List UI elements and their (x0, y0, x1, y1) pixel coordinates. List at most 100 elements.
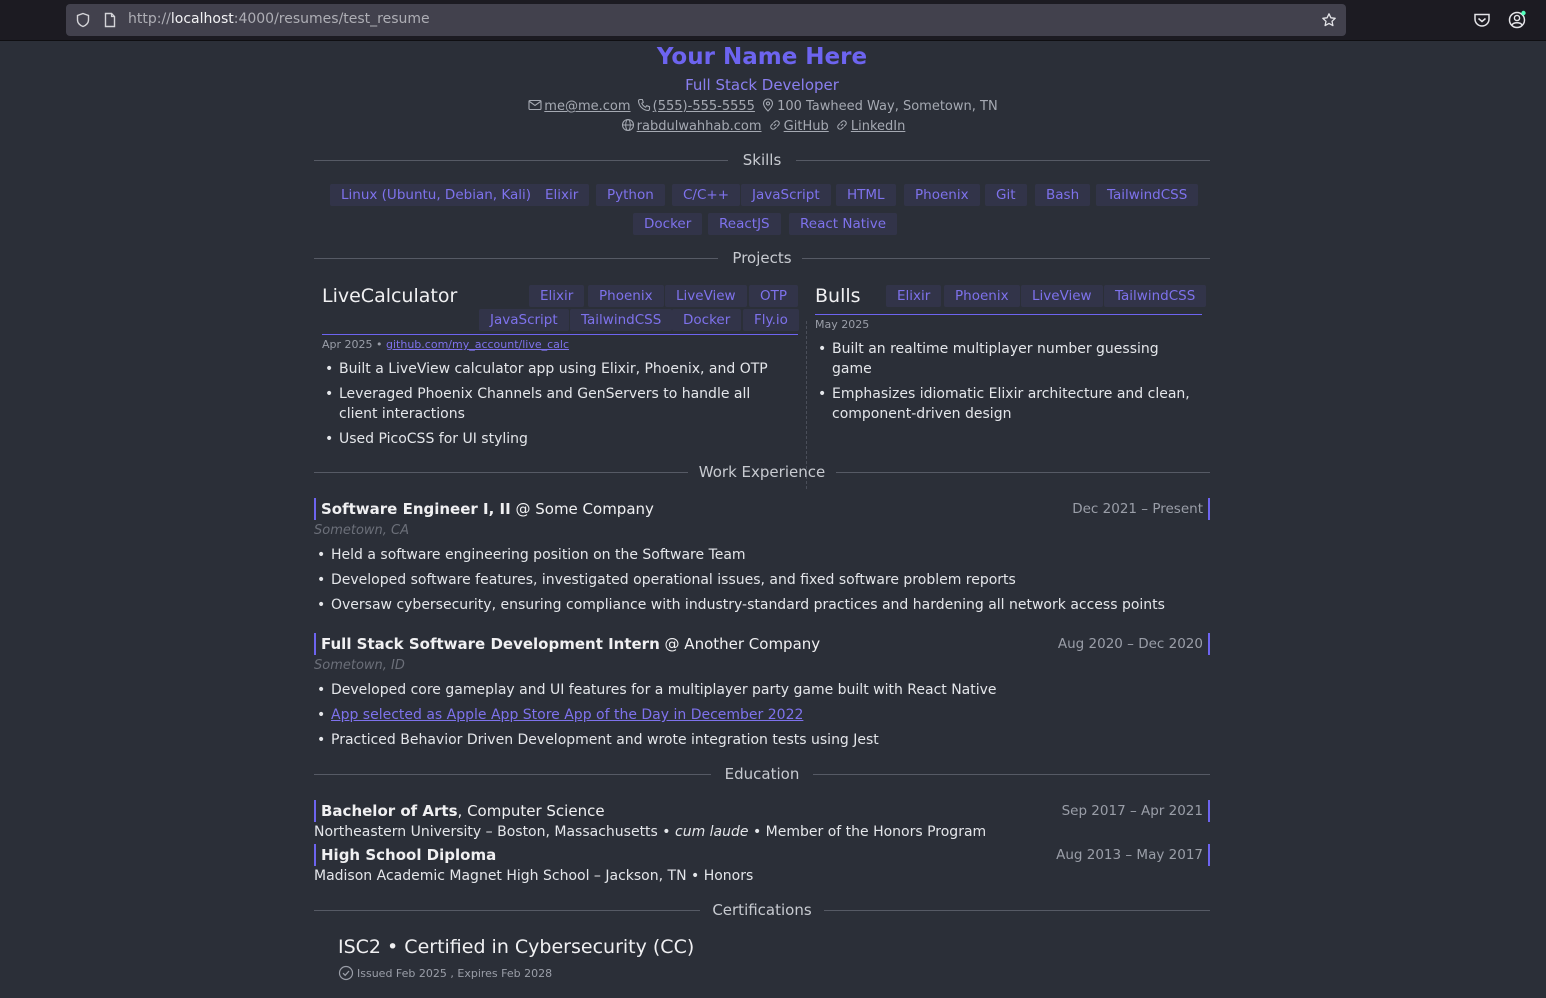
school-line: Northeastern University – Boston, Massac… (314, 824, 986, 840)
project-tag: Fly.io (743, 309, 799, 331)
project-tag: TailwindCSS (1104, 285, 1207, 307)
app-of-the-day-link[interactable]: App selected as Apple App Store App of t… (331, 707, 803, 723)
honors-program: • Member of the Honors Program (748, 824, 987, 840)
section-title: Certifications (712, 901, 812, 919)
project-title: Bulls (815, 285, 861, 307)
project-tag: Elixir (529, 285, 585, 307)
website-link[interactable]: rabdulwahhab.com (637, 119, 762, 134)
skill-tag: React Native (789, 213, 898, 235)
degree-name: High School Diploma (321, 846, 497, 864)
skill-tag: C/C++ (672, 184, 741, 206)
list-item: Used PicoCSS for UI styling (322, 429, 792, 449)
certification-title: ISC2 • Certified in Cybersecurity (CC) (338, 936, 695, 958)
job-company: @ Some Company (510, 500, 654, 518)
list-item: Developed software features, investigate… (314, 570, 1210, 590)
url-text[interactable]: http://localhost:4000/resumes/test_resum… (128, 11, 430, 27)
certifications-section-heading: Certifications (314, 901, 1210, 921)
job-company: @ Another Company (659, 635, 821, 653)
list-item: Built a LiveView calculator app using El… (322, 359, 792, 379)
job-location: Sometown, ID (314, 658, 405, 673)
project-tag: TailwindCSS (570, 309, 673, 331)
skill-tag: TailwindCSS (1096, 184, 1199, 206)
list-item: Held a software engineering position on … (314, 545, 1210, 565)
degree-field: , Computer Science (457, 802, 605, 820)
project-date: May 2025 (815, 318, 870, 331)
location-pin-icon (763, 98, 774, 112)
link-icon (769, 120, 780, 130)
skill-tag: ReactJS (708, 213, 781, 235)
job-position: Software Engineer I, II (321, 500, 511, 518)
section-title: Work Experience (698, 463, 826, 481)
project-tag: OTP (749, 285, 799, 307)
certification-issued: Issued Feb 2025 , Expires Feb 2028 (357, 967, 553, 980)
skill-tag: JavaScript (741, 184, 831, 206)
degree-name: Bachelor of Arts (321, 802, 458, 820)
account-icon[interactable] (1507, 10, 1527, 30)
project-tag: Phoenix (588, 285, 664, 307)
project-tag: LiveView (1021, 285, 1103, 307)
skill-tag: Phoenix (904, 184, 980, 206)
bookmark-star-icon[interactable] (1321, 12, 1337, 28)
project-meta: Apr 2025 • github.com/my_account/live_ca… (322, 338, 569, 351)
education-section-heading: Education (314, 765, 1210, 785)
pocket-icon[interactable] (1472, 10, 1492, 30)
work-section-heading: Work Experience (314, 463, 1210, 483)
skill-tag: HTML (836, 184, 896, 206)
contact-row-2: rabdulwahhab.com GitHub LinkedIn (314, 118, 1210, 134)
project-tag: Docker (672, 309, 742, 331)
project-tag: JavaScript (479, 309, 569, 331)
job-dates: Dec 2021 – Present (1072, 498, 1210, 520)
email-link[interactable]: me@me.com (544, 99, 630, 114)
job-bullets: Held a software engineering position on … (314, 545, 1210, 620)
phone-link[interactable]: (555)-555-5555 (653, 99, 755, 114)
mail-icon (528, 99, 542, 111)
page-icon (104, 12, 116, 28)
list-item: Emphasizes idiomatic Elixir architecture… (815, 384, 1200, 424)
github-link[interactable]: GitHub (784, 119, 829, 134)
project-tag: LiveView (665, 285, 747, 307)
certification-dates: Issued Feb 2025 , Expires Feb 2028 (338, 965, 552, 981)
skill-tag: Git (985, 184, 1027, 206)
project-tag: Elixir (886, 285, 942, 307)
degree-title: Bachelor of Arts, Computer Science (314, 800, 605, 822)
job-title: Software Engineer I, II @ Some Company (314, 498, 654, 520)
job-title: Full Stack Software Development Intern @… (314, 633, 820, 655)
skill-tag: Bash (1035, 184, 1091, 206)
section-title: Projects (732, 249, 792, 267)
project-title-underline (815, 314, 1202, 315)
check-badge-icon (338, 965, 354, 981)
job-position: Full Stack Software Development Intern (321, 635, 660, 653)
contact-row-1: me@me.com (555)-555-5555 100 Tawheed Way… (314, 98, 1210, 114)
school-line: Madison Academic Magnet High School – Ja… (314, 868, 754, 884)
meta-separator: • (372, 338, 387, 351)
project-date: Apr 2025 (322, 338, 373, 351)
degree-title: High School Diploma (314, 844, 496, 866)
project-title: LiveCalculator (322, 285, 458, 307)
resume-role: Full Stack Developer (685, 76, 839, 94)
list-item: App selected as Apple App Store App of t… (314, 705, 1210, 725)
list-item: Leveraged Phoenix Channels and GenServer… (322, 384, 792, 424)
project-tag: Phoenix (944, 285, 1020, 307)
project-repo-link[interactable]: github.com/my_account/live_calc (386, 338, 569, 351)
education-dates: Sep 2017 – Apr 2021 (1062, 800, 1210, 822)
project-bullets: Built a LiveView calculator app using El… (322, 359, 792, 454)
job-dates: Aug 2020 – Dec 2020 (1058, 633, 1210, 655)
phone-icon (637, 98, 650, 112)
project-bullets: Built an realtime multiplayer number gue… (815, 339, 1200, 429)
list-item: Developed core gameplay and UI features … (314, 680, 1210, 700)
shield-icon[interactable] (75, 12, 91, 28)
section-title: Skills (742, 151, 782, 169)
skill-tag: Elixir (534, 184, 590, 206)
linkedin-link[interactable]: LinkedIn (851, 119, 905, 134)
skill-tag: Docker (633, 213, 703, 235)
globe-icon (621, 118, 634, 132)
honor-text: cum laude (675, 824, 749, 840)
skill-tag: Linux (Ubuntu, Debian, Kali) (330, 184, 543, 206)
project-title-underline (322, 334, 798, 335)
resume-name: Your Name Here (656, 44, 868, 70)
list-item: Oversaw cybersecurity, ensuring complian… (314, 595, 1210, 615)
address-bar[interactable]: http://localhost:4000/resumes/test_resum… (66, 4, 1346, 36)
skills-section-heading: Skills (314, 151, 1210, 171)
job-bullets: Developed core gameplay and UI features … (314, 680, 1210, 755)
browser-toolbar: http://localhost:4000/resumes/test_resum… (0, 0, 1546, 41)
